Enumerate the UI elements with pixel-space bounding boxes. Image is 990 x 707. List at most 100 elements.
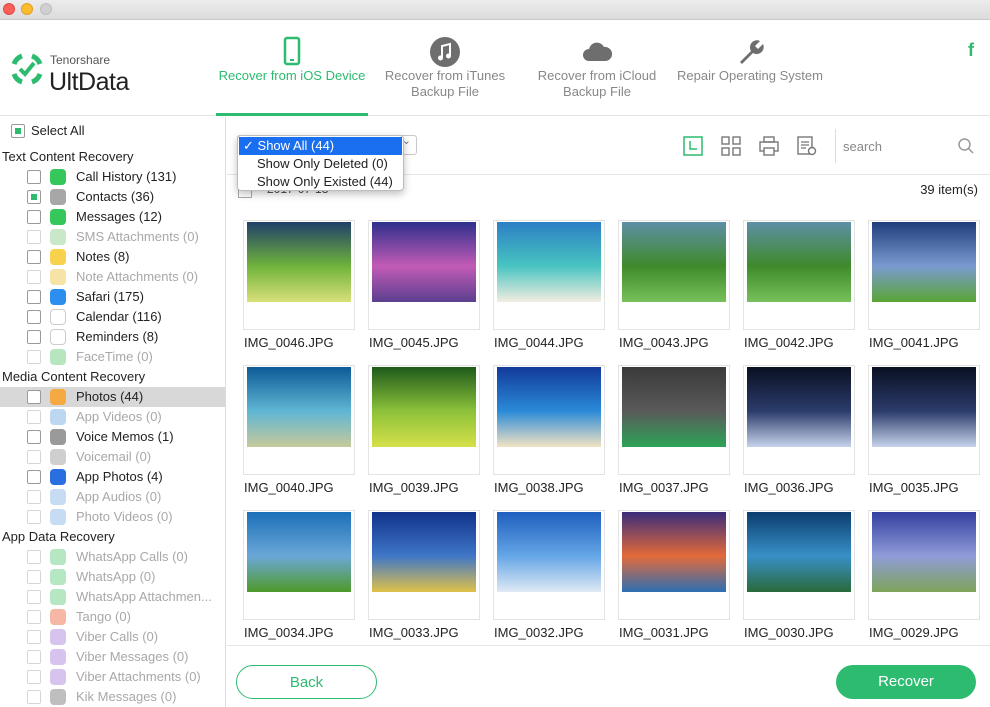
photo-thumbnail[interactable] [497,367,601,447]
filter-option-show-all[interactable]: ✓ Show All (44) [239,137,402,155]
photo-thumbnail[interactable] [247,367,351,447]
photo-item[interactable]: IMG_0042.JPG [743,208,855,350]
photo-item[interactable]: IMG_0039.JPG [368,353,480,495]
photo-item[interactable]: IMG_0038.JPG [493,353,605,495]
whatsapp-icon [50,569,66,585]
photo-item[interactable]: IMG_0032.JPG [493,498,605,640]
photo-thumbnail[interactable] [622,367,726,447]
sidebar-item[interactable]: Contacts (36) [0,187,225,207]
tab-recover-ios-device[interactable]: Recover from iOS Device [216,20,368,116]
photo-item[interactable]: IMG_0040.JPG [243,353,355,495]
grid-view-icon[interactable] [720,135,742,157]
photo-item[interactable]: IMG_0043.JPG [618,208,730,350]
photo-thumbnail[interactable] [372,367,476,447]
sidebar-item-checkbox [27,230,41,244]
sidebar-item-checkbox [27,350,41,364]
sidebar-item[interactable]: Voice Memos (1) [0,427,225,447]
photo-thumbnail[interactable] [872,367,976,447]
minimize-window-button[interactable] [21,3,33,15]
sidebar-item-checkbox[interactable] [27,470,41,484]
photo-thumbnail[interactable] [622,512,726,592]
sidebar-item-label: Contacts (36) [76,189,155,204]
sidebar-item-checkbox[interactable] [27,310,41,324]
sidebar-item-label: Tango (0) [76,609,131,624]
photo-item[interactable]: IMG_0045.JPG [368,208,480,350]
tab-recover-icloud[interactable]: Recover from iCloud Backup File [521,20,673,116]
sidebar-item[interactable]: Photos (44) [0,387,225,407]
photo-thumbnail[interactable] [247,512,351,592]
photo-thumbnail[interactable] [872,512,976,592]
photo-item[interactable]: IMG_0030.JPG [743,498,855,640]
photo-item[interactable]: IMG_0044.JPG [493,208,605,350]
select-all-checkbox[interactable] [11,124,25,138]
photo-thumbnail[interactable] [747,367,851,447]
reminders-icon [50,329,66,345]
tab-repair-os[interactable]: Repair Operating System [674,20,826,116]
photo-thumbnail[interactable] [247,222,351,302]
sidebar-item-checkbox[interactable] [27,330,41,344]
photo-item[interactable]: IMG_0033.JPG [368,498,480,640]
brand-company: Tenorshare [50,53,111,67]
sidebar-item-checkbox[interactable] [27,210,41,224]
photo-thumbnail[interactable] [372,512,476,592]
photo-thumbnail[interactable] [747,512,851,592]
photo-item[interactable]: IMG_0037.JPG [618,353,730,495]
photo-item[interactable]: IMG_0034.JPG [243,498,355,640]
export-settings-icon[interactable] [796,135,818,157]
print-icon[interactable] [758,135,780,157]
photo-thumbnail[interactable] [622,222,726,302]
sidebar-item[interactable]: Notes (8) [0,247,225,267]
category-sidebar: Select All Text Content Recovery Media C… [0,117,226,707]
sidebar-item[interactable]: Messages (12) [0,207,225,227]
photo-item[interactable]: IMG_0035.JPG [868,353,980,495]
sidebar-item: Kik Messages (0) [0,687,225,707]
close-window-button[interactable] [3,3,15,15]
back-button[interactable]: Back [236,665,377,699]
facetime-icon [50,349,66,365]
photo-thumbnail[interactable] [747,222,851,302]
sidebar-item-checkbox[interactable] [27,190,41,204]
phone-icon [283,36,301,66]
tab-recover-itunes[interactable]: Recover from iTunes Backup File [369,20,521,116]
sidebar-item-checkbox[interactable] [27,290,41,304]
sidebar-item[interactable]: App Photos (4) [0,467,225,487]
app-audios-icon [50,489,66,505]
photo-item[interactable]: IMG_0046.JPG [243,208,355,350]
sidebar-item-label: WhatsApp Attachmen... [76,589,212,604]
sidebar-item[interactable]: Call History (131) [0,167,225,187]
sidebar-item-checkbox [27,690,41,704]
sidebar-item: Tango (0) [0,607,225,627]
date-view-icon[interactable] [682,135,704,157]
sidebar-item-checkbox[interactable] [27,250,41,264]
tab-label: Recover from iOS Device [218,68,366,83]
sidebar-item: FaceTime (0) [0,347,225,367]
footer: Back Recover [227,645,990,707]
photo-filename: IMG_0044.JPG [494,335,584,350]
photo-thumbnail[interactable] [872,222,976,302]
sidebar-item[interactable]: Reminders (8) [0,327,225,347]
photo-filename: IMG_0029.JPG [869,625,959,640]
photo-item[interactable]: IMG_0029.JPG [868,498,980,640]
search-icon[interactable] [957,137,975,155]
sidebar-item-checkbox[interactable] [27,170,41,184]
facebook-icon[interactable]: f [968,40,974,61]
photo-item[interactable]: IMG_0031.JPG [618,498,730,640]
search-input[interactable] [843,135,953,157]
filter-option-deleted[interactable]: Show Only Deleted (0) [239,155,402,173]
sidebar-item: WhatsApp (0) [0,567,225,587]
photo-thumbnail[interactable] [497,512,601,592]
select-all-row[interactable]: Select All [0,121,225,141]
sidebar-item[interactable]: Calendar (116) [0,307,225,327]
calendar-icon [50,309,66,325]
filter-option-existed[interactable]: Show Only Existed (44) [239,173,402,191]
recover-button[interactable]: Recover [836,665,976,699]
zoom-window-button[interactable] [40,3,52,15]
sidebar-item[interactable]: Safari (175) [0,287,225,307]
sidebar-item-checkbox[interactable] [27,430,41,444]
photo-item[interactable]: IMG_0036.JPG [743,353,855,495]
sidebar-item-checkbox[interactable] [27,390,41,404]
sidebar-item-label: Voicemail (0) [76,449,152,464]
photo-thumbnail[interactable] [372,222,476,302]
photo-thumbnail[interactable] [497,222,601,302]
photo-item[interactable]: IMG_0041.JPG [868,208,980,350]
